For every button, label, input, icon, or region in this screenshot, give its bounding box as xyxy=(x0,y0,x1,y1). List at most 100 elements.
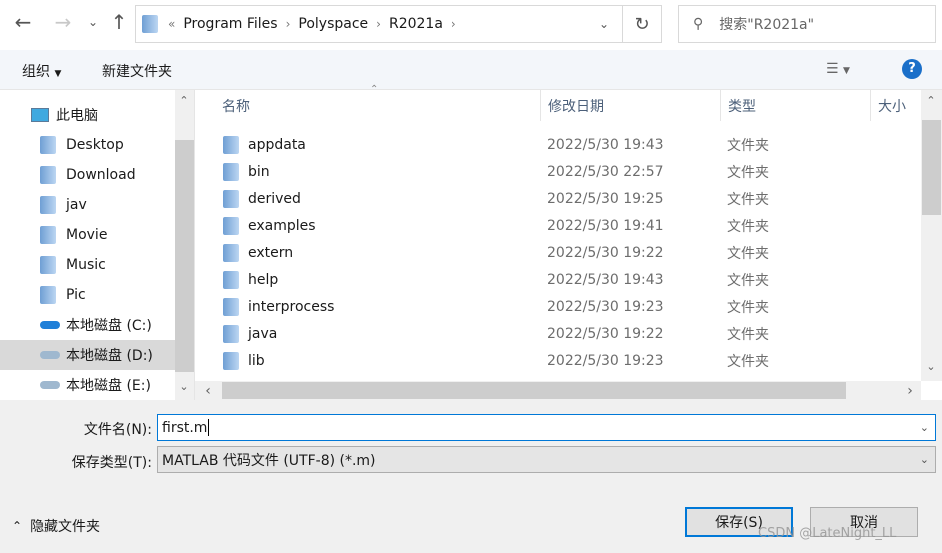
hide-folders-toggle[interactable]: ⌃ 隐藏文件夹 xyxy=(12,516,100,536)
chevron-right-icon[interactable]: › xyxy=(451,17,456,31)
breadcrumb-program-files[interactable]: Program Files xyxy=(183,16,277,32)
navigation-pane: 此电脑 Desktop Download jav Movie Music Pic… xyxy=(0,90,195,400)
nav-item-music[interactable]: Music xyxy=(0,250,175,280)
file-name: examples xyxy=(248,217,316,234)
folder-icon xyxy=(40,196,56,214)
nav-item-movie[interactable]: Movie xyxy=(0,220,175,250)
folder-icon xyxy=(223,244,239,262)
folder-icon xyxy=(142,15,158,33)
drive-icon xyxy=(40,351,60,359)
chevron-down-icon[interactable]: ⌄ xyxy=(920,453,929,466)
recent-locations-dropdown[interactable]: ⌄ xyxy=(80,15,106,29)
horizontal-scrollbar-thumb[interactable] xyxy=(222,382,846,399)
nav-scrollbar-thumb[interactable] xyxy=(175,140,194,372)
file-row[interactable]: bin 2022/5/30 22:57 文件夹 xyxy=(195,158,921,185)
up-button[interactable]: ↑ xyxy=(106,10,132,34)
address-bar[interactable]: « Program Files › Polyspace › R2021a › ⌄ xyxy=(135,5,662,43)
nav-item-drive-e[interactable]: 本地磁盘 (E:) xyxy=(0,370,175,400)
scroll-down-icon[interactable]: ⌄ xyxy=(922,360,940,373)
file-date: 2022/5/30 19:43 xyxy=(547,136,664,153)
nav-item-this-pc[interactable]: 此电脑 xyxy=(0,100,175,130)
column-header-date[interactable]: 修改日期 xyxy=(541,90,721,121)
nav-scrollbar[interactable]: ⌃ ⌄ xyxy=(175,90,194,400)
chevron-down-icon[interactable]: ⌄ xyxy=(920,421,929,434)
chevron-right-icon[interactable]: › xyxy=(286,17,291,31)
column-header-type[interactable]: 类型 xyxy=(721,90,871,121)
nav-item-drive-c[interactable]: 本地磁盘 (C:) xyxy=(0,310,175,340)
file-row[interactable]: appdata 2022/5/30 19:43 文件夹 xyxy=(195,131,921,158)
forward-button[interactable]: → xyxy=(50,10,76,34)
toolbar: 组织 ▼ 新建文件夹 ☰ ▼ ? xyxy=(0,50,942,90)
music-folder-icon xyxy=(40,256,56,274)
file-name: bin xyxy=(248,163,270,180)
chevron-up-icon: ⌃ xyxy=(12,519,23,533)
vertical-scrollbar-thumb[interactable] xyxy=(922,120,941,215)
file-row[interactable]: java 2022/5/30 19:22 文件夹 xyxy=(195,320,921,347)
nav-item-pic[interactable]: Pic xyxy=(0,280,175,310)
overflow-chevron[interactable]: « xyxy=(168,17,175,31)
filename-label: 文件名(N): xyxy=(83,422,152,438)
file-name: java xyxy=(248,325,278,342)
filetype-select[interactable]: MATLAB 代码文件 (UTF-8) (*.m) ⌄ xyxy=(157,446,936,473)
file-type: 文件夹 xyxy=(727,299,769,316)
file-name: interprocess xyxy=(248,298,335,315)
folder-icon xyxy=(223,217,239,235)
scroll-up-icon[interactable]: ⌃ xyxy=(175,94,193,107)
file-row[interactable]: derived 2022/5/30 19:25 文件夹 xyxy=(195,185,921,212)
folder-icon xyxy=(223,352,239,370)
file-row[interactable]: lib 2022/5/30 19:23 文件夹 xyxy=(195,347,921,374)
watermark: CSDN @LateNight_LL xyxy=(758,526,897,541)
breadcrumb-r2021a[interactable]: R2021a xyxy=(389,16,443,32)
filetype-label: 保存类型(T): xyxy=(71,455,152,471)
chevron-right-icon[interactable]: › xyxy=(376,17,381,31)
nav-item-desktop[interactable]: Desktop xyxy=(0,130,175,160)
nav-item-jav[interactable]: jav xyxy=(0,190,175,220)
file-name: derived xyxy=(248,190,301,207)
file-type: 文件夹 xyxy=(727,137,769,154)
folder-icon xyxy=(223,190,239,208)
column-header-name[interactable]: 名称 xyxy=(215,90,541,121)
breadcrumb-polyspace[interactable]: Polyspace xyxy=(298,16,368,32)
file-type: 文件夹 xyxy=(727,272,769,289)
search-placeholder: 搜索"R2021a" xyxy=(719,17,815,33)
file-list-vertical-scrollbar[interactable]: ⌃ ⌄ xyxy=(921,90,942,381)
file-type: 文件夹 xyxy=(727,191,769,208)
help-icon[interactable]: ? xyxy=(902,59,922,79)
scroll-left-icon[interactable]: ‹ xyxy=(199,383,217,399)
download-folder-icon xyxy=(40,166,56,184)
file-date: 2022/5/30 19:43 xyxy=(547,271,664,288)
back-button[interactable]: ← xyxy=(10,10,36,34)
file-date: 2022/5/30 19:22 xyxy=(547,244,664,261)
address-dropdown-icon[interactable]: ⌄ xyxy=(599,17,609,31)
folder-icon xyxy=(223,163,239,181)
picture-folder-icon xyxy=(40,286,56,304)
file-list-horizontal-scrollbar[interactable]: ‹ › xyxy=(195,381,921,400)
nav-item-download[interactable]: Download xyxy=(0,160,175,190)
file-row[interactable]: examples 2022/5/30 19:41 文件夹 xyxy=(195,212,921,239)
file-type: 文件夹 xyxy=(727,218,769,235)
search-input[interactable]: ⚲ 搜索"R2021a" xyxy=(678,5,936,43)
view-options-icon[interactable]: ☰ ▼ xyxy=(826,61,850,77)
filename-input[interactable]: first.m ⌄ xyxy=(157,414,936,441)
desktop-folder-icon xyxy=(40,136,56,154)
file-date: 2022/5/30 19:22 xyxy=(547,325,664,342)
refresh-button[interactable]: ↻ xyxy=(622,5,662,43)
file-row[interactable]: interprocess 2022/5/30 19:23 文件夹 xyxy=(195,293,921,320)
scroll-down-icon[interactable]: ⌄ xyxy=(175,380,193,393)
file-name: lib xyxy=(248,352,265,369)
scroll-right-icon[interactable]: › xyxy=(901,383,919,399)
new-folder-button[interactable]: 新建文件夹 xyxy=(102,61,172,81)
column-header-size[interactable]: 大小 xyxy=(871,90,921,121)
file-name: help xyxy=(248,271,279,288)
file-row[interactable]: help 2022/5/30 19:43 文件夹 xyxy=(195,266,921,293)
organize-menu[interactable]: 组织 ▼ xyxy=(22,61,61,81)
file-name: extern xyxy=(248,244,294,261)
file-date: 2022/5/30 19:25 xyxy=(547,190,664,207)
file-row[interactable]: extern 2022/5/30 19:22 文件夹 xyxy=(195,239,921,266)
folder-icon xyxy=(223,298,239,316)
file-type: 文件夹 xyxy=(727,353,769,370)
nav-item-drive-d[interactable]: 本地磁盘 (D:) xyxy=(0,340,175,370)
file-date: 2022/5/30 19:41 xyxy=(547,217,664,234)
folder-icon xyxy=(223,271,239,289)
scroll-up-icon[interactable]: ⌃ xyxy=(922,94,940,107)
